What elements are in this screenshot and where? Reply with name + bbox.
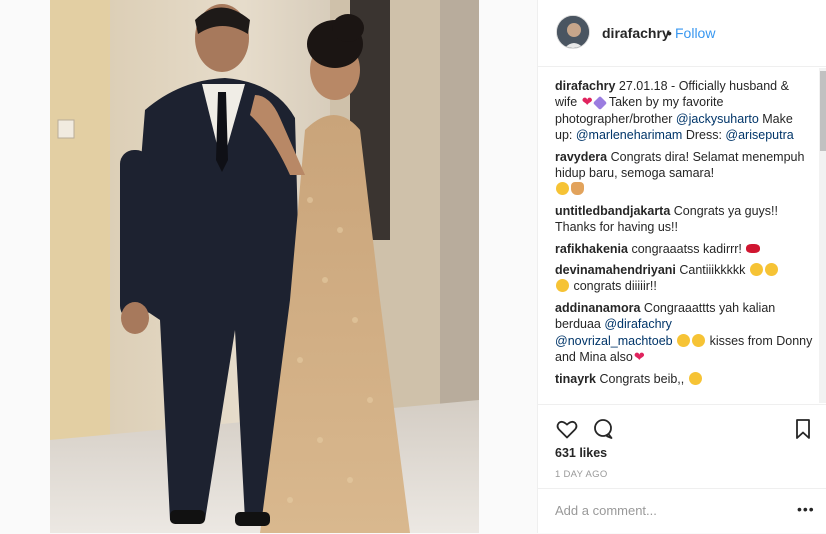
comment-username[interactable]: rafikhakenia xyxy=(555,242,628,256)
heart-eyes-emoji-icon xyxy=(764,263,778,277)
kiss-emoji-icon xyxy=(677,333,691,347)
pray-emoji-icon xyxy=(571,182,584,196)
comments-list[interactable]: dirafachry 27.01.18 - Officially husband… xyxy=(555,78,813,400)
red-heart-icon: ❤ xyxy=(633,349,645,365)
avatar[interactable] xyxy=(556,15,590,49)
comment-item: untitledbandjakarta Congrats ya guys!! T… xyxy=(555,203,813,236)
speech-bubble-icon[interactable] xyxy=(591,417,615,441)
comment-item: devinamahendriyani Cantiiikkkkk congrats… xyxy=(555,262,813,295)
add-comment-bar: ••• xyxy=(538,488,826,534)
red-heart-icon: ❤ xyxy=(581,94,593,110)
comment-item: rafikhakenia congraaatss kadirrr! xyxy=(555,241,813,257)
comment-text: Congrats beib,, xyxy=(596,371,688,386)
bookmark-icon[interactable] xyxy=(791,417,815,441)
lips-emoji-icon xyxy=(746,243,761,253)
kiss-emoji-icon xyxy=(688,371,702,385)
comment-username[interactable]: addinanamora xyxy=(555,301,640,315)
post-photo[interactable] xyxy=(50,0,479,533)
mention-link[interactable]: @marleneharimam xyxy=(576,128,682,142)
comment-item: addinanamora Congraaattts yah kalian ber… xyxy=(555,300,813,366)
header-username[interactable]: dirafachry xyxy=(602,25,670,41)
heart-outline-icon[interactable] xyxy=(555,417,579,441)
caption-text: Dress: xyxy=(682,128,726,143)
heart-eyes-emoji-icon xyxy=(556,279,569,293)
likes-count[interactable]: 631 likes xyxy=(555,446,607,460)
caption: dirafachry 27.01.18 - Officially husband… xyxy=(555,78,813,144)
comment-username[interactable]: untitledbandjakarta xyxy=(555,204,670,218)
comment-item: ravydera Congrats dira! Selamat menempuh… xyxy=(555,149,813,198)
mention-link[interactable]: @dirafachry xyxy=(604,317,672,331)
avatar-image xyxy=(557,16,589,48)
sparkle-icon xyxy=(592,96,607,111)
wedding-photo-illustration xyxy=(50,0,479,533)
mention-link[interactable]: @ariseputra xyxy=(725,128,793,142)
post-side-panel: dirafachry • Follow dirafachry 27.01.18 … xyxy=(537,0,826,533)
mention-link[interactable]: @jackysuharto xyxy=(676,112,759,126)
follow-button[interactable]: Follow xyxy=(675,25,715,41)
mention-link[interactable]: @novrizal_machtoeb xyxy=(555,334,673,348)
comment-text: congraaatss kadirrr! xyxy=(627,241,742,256)
scrollbar-thumb[interactable] xyxy=(820,71,826,151)
comment-username[interactable]: devinamahendriyani xyxy=(555,263,676,277)
heart-eyes-emoji-icon xyxy=(749,263,763,277)
comment-item: tinayrk Congrats beib,, xyxy=(555,371,813,387)
smile-emoji-icon xyxy=(556,182,569,196)
comment-username[interactable]: ravydera xyxy=(555,150,607,164)
more-options-icon[interactable]: ••• xyxy=(797,501,815,517)
caption-username[interactable]: dirafachry xyxy=(555,79,615,93)
comment-username[interactable]: tinayrk xyxy=(555,372,596,386)
comment-text: Cantiiikkkkk xyxy=(675,263,746,278)
header-separator: • xyxy=(667,25,672,41)
post-date[interactable]: 1 DAY AGO xyxy=(555,469,608,480)
comment-text: congrats diiiiir!! xyxy=(570,279,657,294)
comments-scrollbar[interactable] xyxy=(819,68,826,403)
add-comment-input[interactable] xyxy=(555,503,785,518)
post-header: dirafachry • Follow xyxy=(538,0,826,67)
kiss-emoji-icon xyxy=(692,333,706,347)
